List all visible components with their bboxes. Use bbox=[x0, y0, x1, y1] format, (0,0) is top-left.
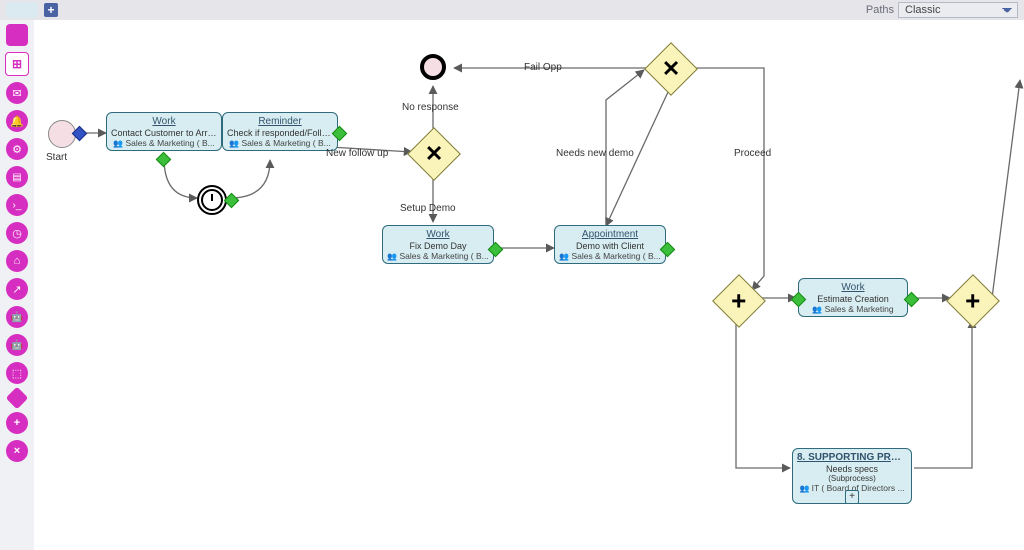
task-title: 8. SUPPORTING PROC... bbox=[797, 452, 907, 463]
task-estimate[interactable]: Work Estimate Creation Sales & Marketing bbox=[798, 278, 908, 317]
notify-tool-icon[interactable]: 🔔 bbox=[6, 110, 28, 132]
label-setup-demo: Setup Demo bbox=[400, 203, 456, 214]
add-tool-icon[interactable]: + bbox=[6, 412, 28, 434]
task-body: Needs specs bbox=[797, 464, 907, 474]
task-reminder[interactable]: Reminder Check if responded/Follow... Sa… bbox=[222, 112, 338, 151]
gateway-tool-icon[interactable] bbox=[6, 387, 29, 410]
task-lane: Sales & Marketing bbox=[803, 304, 903, 314]
cloud-tool-icon[interactable]: ⌂ bbox=[6, 250, 28, 272]
label-needs-new-demo: Needs new demo bbox=[556, 148, 634, 159]
gateway-after-demo[interactable]: ✕ bbox=[644, 42, 698, 96]
task-supporting-subprocess[interactable]: 8. SUPPORTING PROC... Needs specs (Subpr… bbox=[792, 448, 912, 504]
data-tool-icon[interactable]: ▤ bbox=[6, 166, 28, 188]
paths-select[interactable]: Classic bbox=[898, 2, 1018, 18]
task-lane: Sales & Marketing ( B... bbox=[559, 251, 661, 261]
subprocess-tool-icon[interactable]: ⊞ bbox=[5, 52, 29, 76]
task-tool-icon[interactable] bbox=[6, 24, 28, 46]
task-lane: Sales & Marketing ( B... bbox=[387, 251, 489, 261]
parallel-gateway-in[interactable]: + bbox=[712, 274, 766, 328]
end-event-no-response[interactable] bbox=[420, 54, 446, 80]
more-tool-icon[interactable]: ›_ bbox=[6, 194, 28, 216]
task-lane: Sales & Marketing ( B... bbox=[227, 138, 333, 148]
export-tool-icon[interactable]: ↗ bbox=[6, 278, 28, 300]
gears-tool-icon[interactable]: ⚙ bbox=[6, 138, 28, 160]
task-title: Work bbox=[803, 282, 903, 293]
robot1-tool-icon[interactable]: 🤖 bbox=[6, 306, 28, 328]
parallel-gateway-out[interactable]: + bbox=[946, 274, 1000, 328]
assign-tool-icon[interactable]: ⬚ bbox=[6, 362, 28, 384]
label-no-response: No response bbox=[402, 102, 459, 113]
task-body: Estimate Creation bbox=[803, 294, 903, 304]
port bbox=[156, 152, 172, 168]
task-sub: (Subprocess) bbox=[797, 474, 907, 483]
task-body: Check if responded/Follow... bbox=[227, 128, 333, 138]
timer-tool-icon[interactable]: ◷ bbox=[6, 222, 28, 244]
paths-label: Paths bbox=[866, 4, 894, 16]
message-tool-icon[interactable]: ✉ bbox=[6, 82, 28, 104]
home-chip[interactable] bbox=[6, 2, 38, 18]
task-fix-demo[interactable]: Work Fix Demo Day Sales & Marketing ( B.… bbox=[382, 225, 494, 264]
task-title: Reminder bbox=[227, 116, 333, 127]
task-title: Work bbox=[387, 229, 489, 240]
task-title: Work bbox=[111, 116, 217, 127]
gateway-after-reminder[interactable]: ✕ bbox=[407, 127, 461, 181]
task-title: Appointment bbox=[559, 229, 661, 240]
label-fail-opp: Fail Opp bbox=[524, 62, 562, 73]
start-label: Start bbox=[46, 152, 67, 163]
task-body: Fix Demo Day bbox=[387, 241, 489, 251]
task-appointment[interactable]: Appointment Demo with Client Sales & Mar… bbox=[554, 225, 666, 264]
robot2-tool-icon[interactable]: 🤖 bbox=[6, 334, 28, 356]
subprocess-marker-icon: + bbox=[845, 490, 859, 504]
task-contact[interactable]: Work Contact Customer to Arra... Sales &… bbox=[106, 112, 222, 151]
tool-palette: ⊞ ✉ 🔔 ⚙ ▤ ›_ ◷ ⌂ ↗ 🤖 🤖 ⬚ + × bbox=[0, 20, 35, 550]
topbar: + Paths Classic bbox=[0, 0, 1024, 21]
canvas[interactable]: Start Work Contact Customer to Arra... S… bbox=[34, 20, 1024, 550]
add-tab-button[interactable]: + bbox=[44, 3, 58, 17]
task-lane: Sales & Marketing ( B... bbox=[111, 138, 217, 148]
label-new-follow-up: New follow up bbox=[326, 148, 388, 159]
cancel-tool-icon[interactable]: × bbox=[6, 440, 28, 462]
task-body: Demo with Client bbox=[559, 241, 661, 251]
label-proceed: Proceed bbox=[734, 148, 771, 159]
task-body: Contact Customer to Arra... bbox=[111, 128, 217, 138]
